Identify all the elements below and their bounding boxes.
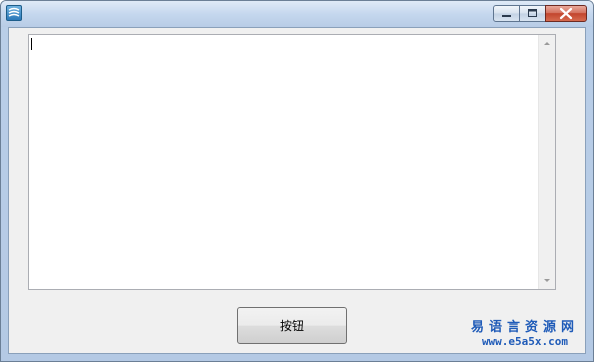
vertical-scrollbar[interactable] (538, 35, 555, 289)
title-bar[interactable] (1, 1, 593, 27)
maximize-button[interactable] (519, 5, 546, 22)
window-client-area: 按钮 易语言资源网 www.e5a5x.com (8, 27, 586, 354)
caption-buttons (493, 5, 587, 23)
chevron-down-icon (544, 279, 550, 282)
app-icon[interactable] (6, 5, 22, 21)
watermark-url: www.e5a5x.com (481, 335, 569, 349)
minimize-icon (502, 15, 511, 17)
scroll-down-button[interactable] (539, 272, 555, 289)
maximize-icon (528, 9, 537, 17)
minimize-button[interactable] (493, 5, 520, 22)
scroll-up-button[interactable] (539, 35, 555, 52)
close-button[interactable] (545, 5, 587, 22)
app-window: 按钮 易语言资源网 www.e5a5x.com (0, 0, 594, 362)
chevron-up-icon (544, 42, 550, 45)
text-caret (31, 38, 32, 50)
watermark: 易语言资源网 www.e5a5x.com (470, 320, 579, 349)
multiline-text-editor[interactable] (28, 34, 556, 290)
close-icon (559, 7, 573, 20)
action-button[interactable]: 按钮 (237, 307, 347, 344)
watermark-title: 易语言资源网 (470, 320, 579, 336)
